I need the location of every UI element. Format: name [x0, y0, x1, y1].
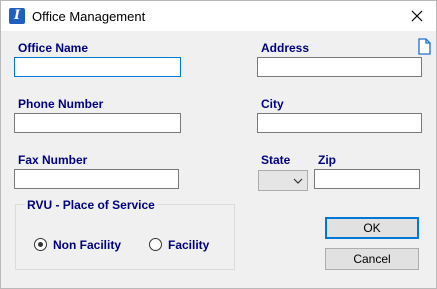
fax-number-field[interactable]: [14, 169, 179, 189]
office-name-label: Office Name: [18, 41, 89, 55]
zip-field[interactable]: [314, 169, 420, 189]
app-icon: I: [9, 8, 25, 24]
close-button[interactable]: [400, 1, 434, 31]
title-bar: I Office Management: [1, 1, 436, 31]
radio-facility-label[interactable]: Facility: [168, 238, 209, 252]
radio-selected-dot: [38, 242, 43, 247]
office-name-field[interactable]: [14, 57, 181, 77]
window-title: Office Management: [32, 9, 146, 24]
place-of-service-group: [15, 204, 235, 270]
cancel-button[interactable]: Cancel: [325, 248, 419, 270]
fax-number-label: Fax Number: [18, 153, 88, 167]
city-field[interactable]: [257, 113, 422, 133]
zip-label: Zip: [318, 153, 336, 167]
state-label: State: [261, 153, 291, 167]
radio-non-facility-label[interactable]: Non Facility: [53, 238, 121, 252]
address-field[interactable]: [257, 57, 422, 77]
document-icon[interactable]: [418, 38, 431, 55]
office-management-dialog: I Office Management Office Name Address …: [0, 0, 437, 289]
ok-button[interactable]: OK: [325, 217, 419, 239]
close-icon: [411, 10, 423, 22]
phone-number-field[interactable]: [14, 113, 181, 133]
state-select[interactable]: [258, 170, 308, 191]
address-label: Address: [261, 41, 310, 55]
place-of-service-title: RVU - Place of Service: [25, 198, 157, 212]
radio-facility[interactable]: [149, 238, 162, 251]
radio-non-facility[interactable]: [34, 238, 47, 251]
phone-number-label: Phone Number: [18, 97, 104, 111]
city-label: City: [261, 97, 284, 111]
chevron-down-icon: [293, 178, 303, 184]
